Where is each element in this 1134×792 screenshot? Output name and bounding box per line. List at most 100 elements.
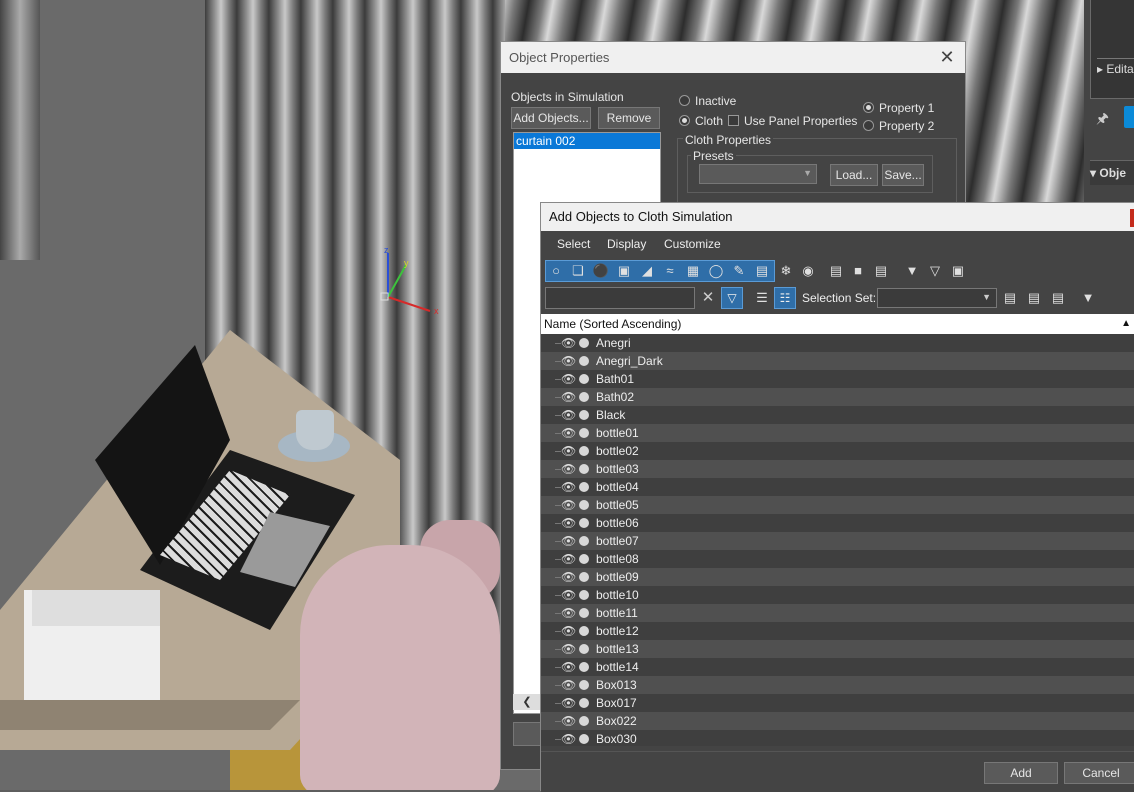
table-row[interactable]: 👁 bottle08	[541, 550, 1134, 568]
select-all-icon[interactable]: ▤	[827, 262, 845, 280]
spacewarps-filter-icon[interactable]: ≈	[661, 262, 679, 280]
table-row[interactable]: 👁 Box013	[541, 676, 1134, 694]
name-column-header[interactable]: Name (Sorted Ascending) ▲	[541, 314, 1134, 334]
eye-icon[interactable]: 👁	[561, 388, 576, 406]
eye-icon[interactable]: 👁	[561, 730, 576, 746]
eye-icon[interactable]: 👁	[561, 442, 576, 460]
menu-display[interactable]: Display	[607, 237, 646, 251]
lights-filter-icon[interactable]: ⚫	[592, 262, 610, 280]
freeze-icon[interactable]	[579, 662, 589, 672]
dependency-icon[interactable]: ▣	[949, 262, 967, 280]
add-button[interactable]: Add	[984, 762, 1058, 784]
freeze-icon[interactable]	[579, 500, 589, 510]
eye-icon[interactable]: 👁	[561, 424, 576, 442]
use-panel-properties-checkbox[interactable]	[728, 115, 739, 126]
filter-icon[interactable]: ▽	[926, 262, 944, 280]
freeze-icon[interactable]	[579, 518, 589, 528]
load-button[interactable]: Load...	[830, 164, 878, 186]
eye-icon[interactable]: 👁	[561, 622, 576, 640]
freeze-icon[interactable]	[579, 644, 589, 654]
search-input[interactable]	[545, 287, 695, 309]
freeze-icon[interactable]	[579, 626, 589, 636]
table-row[interactable]: 👁 bottle09	[541, 568, 1134, 586]
table-row[interactable]: 👁 bottle04	[541, 478, 1134, 496]
save-button[interactable]: Save...	[882, 164, 924, 186]
table-row[interactable]: 👁 bottle01	[541, 424, 1134, 442]
groups-filter-icon[interactable]: ▦	[684, 262, 702, 280]
eye-icon[interactable]: 👁	[561, 334, 576, 352]
close-icon[interactable]	[1130, 209, 1134, 227]
cancel-button[interactable]: Cancel	[1064, 762, 1134, 784]
save-selection-set-icon[interactable]: ▤	[1025, 289, 1043, 307]
dialog-titlebar[interactable]: Object Properties ✕	[501, 42, 965, 73]
helpers-filter-icon[interactable]: ◢	[638, 262, 656, 280]
freeze-icon[interactable]	[579, 572, 589, 582]
table-row[interactable]: 👁 bottle12	[541, 622, 1134, 640]
eye-icon[interactable]: 👁	[561, 640, 576, 658]
freeze-icon[interactable]	[579, 392, 589, 402]
table-row[interactable]: 👁 bottle14	[541, 658, 1134, 676]
eye-icon[interactable]: 👁	[561, 406, 576, 424]
freeze-icon[interactable]	[579, 734, 589, 744]
table-row[interactable]: 👁 bottle06	[541, 514, 1134, 532]
cameras-filter-icon[interactable]: ▣	[615, 262, 633, 280]
table-row[interactable]: 👁 bottle02	[541, 442, 1134, 460]
frozen-filter-icon[interactable]: ❄	[777, 262, 795, 280]
table-row[interactable]: 👁 Anegri_Dark	[541, 352, 1134, 370]
containers-filter-icon[interactable]: ▤	[753, 262, 771, 280]
add-objects-button[interactable]: Add Objects...	[511, 107, 591, 129]
table-row[interactable]: 👁 Bath01	[541, 370, 1134, 388]
transform-gizmo[interactable]: z y x	[380, 245, 450, 325]
eye-icon[interactable]: 👁	[561, 352, 576, 370]
freeze-icon[interactable]	[579, 374, 589, 384]
add-dialog-titlebar[interactable]: Add Objects to Cloth Simulation	[541, 203, 1134, 231]
eye-icon[interactable]: 👁	[561, 658, 576, 676]
remove-button[interactable]: Remove	[598, 107, 660, 129]
table-row[interactable]: 👁 Box022	[541, 712, 1134, 730]
freeze-icon[interactable]	[579, 590, 589, 600]
eye-icon[interactable]: 👁	[561, 460, 576, 478]
pin-icon[interactable]: 🖈	[1096, 108, 1109, 132]
scene-object-list[interactable]: 👁 Anegri 👁 Anegri_Dark 👁 Bath01 👁 Bath02 👁 Black 👁…	[541, 334, 1134, 746]
bones-filter-icon[interactable]: ✎	[730, 262, 748, 280]
modifier-button[interactable]	[1124, 106, 1134, 128]
selection-set-dropdown[interactable]: ▼	[877, 288, 997, 308]
table-row[interactable]: 👁 Box030	[541, 730, 1134, 746]
presets-dropdown[interactable]: ▼	[699, 164, 817, 184]
table-row[interactable]: 👁 bottle07	[541, 532, 1134, 550]
property2-radio[interactable]	[863, 120, 874, 131]
objects-rollout[interactable]: ▾ Obje	[1090, 160, 1134, 185]
freeze-icon[interactable]	[579, 356, 589, 366]
eye-icon[interactable]: 👁	[561, 370, 576, 388]
freeze-icon[interactable]	[579, 428, 589, 438]
filter-toggle-icon[interactable]: ▽	[721, 287, 743, 309]
freeze-icon[interactable]	[579, 680, 589, 690]
shapes-filter-icon[interactable]: ❏	[569, 262, 587, 280]
list-item[interactable]: curtain 002	[514, 133, 660, 149]
inactive-radio[interactable]	[679, 95, 690, 106]
filter-settings-icon[interactable]: ▼	[903, 262, 921, 280]
cloth-radio[interactable]	[679, 115, 690, 126]
eye-icon[interactable]: 👁	[561, 694, 576, 712]
freeze-icon[interactable]	[579, 482, 589, 492]
close-icon[interactable]: ✕	[935, 42, 959, 73]
menu-customize[interactable]: Customize	[664, 237, 721, 251]
freeze-icon[interactable]	[579, 410, 589, 420]
freeze-icon[interactable]	[579, 554, 589, 564]
hierarchy-icon[interactable]: ☷	[774, 287, 796, 309]
select-invert-icon[interactable]: ▤	[872, 262, 890, 280]
layers-icon[interactable]: ☰	[753, 289, 771, 307]
property1-radio[interactable]	[863, 102, 874, 113]
eye-icon[interactable]: 👁	[561, 514, 576, 532]
table-row[interactable]: 👁 Box017	[541, 694, 1134, 712]
eye-icon[interactable]: 👁	[561, 550, 576, 568]
freeze-icon[interactable]	[579, 464, 589, 474]
freeze-icon[interactable]	[579, 536, 589, 546]
edit-selection-set-icon[interactable]: ▤	[1001, 289, 1019, 307]
modifier-stack-item[interactable]: ▸ Edita	[1097, 58, 1134, 79]
table-row[interactable]: 👁 bottle13	[541, 640, 1134, 658]
select-none-icon[interactable]: ■	[849, 262, 867, 280]
scroll-left-icon[interactable]: ❮	[513, 694, 541, 710]
sort-up-icon[interactable]: ▲	[1121, 314, 1131, 334]
menu-select[interactable]: Select	[557, 237, 590, 251]
